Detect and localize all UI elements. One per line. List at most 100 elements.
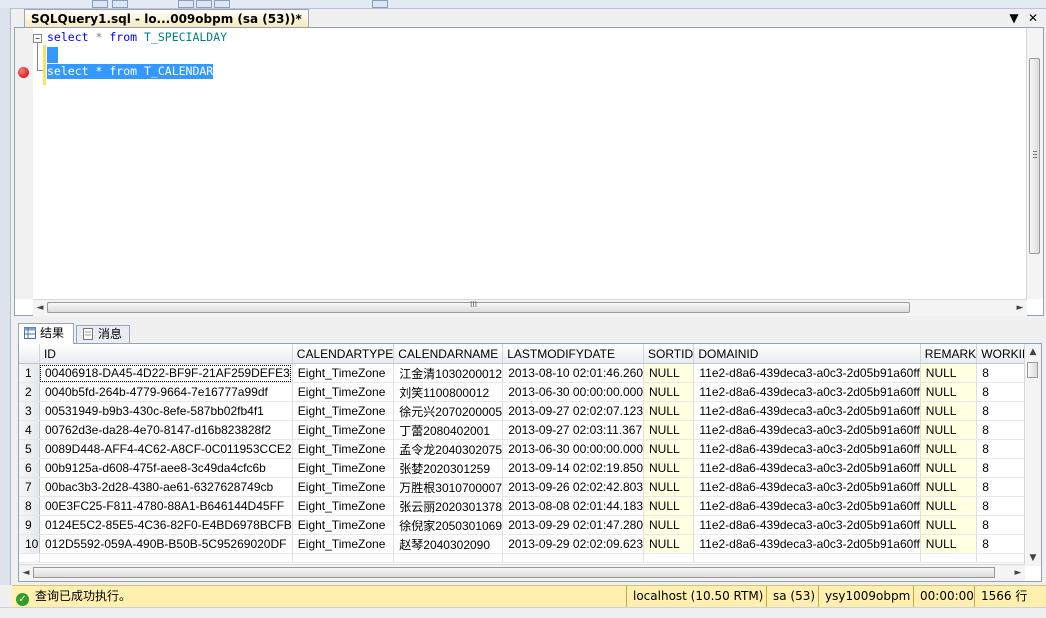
table-row[interactable]: 9 0124E5C2-85E5-4C36-82F0-E4BD6978BCFB Eig… — [19, 515, 1041, 535]
scroll-up-icon[interactable]: ▲ — [1026, 344, 1040, 360]
code-line-1[interactable]: select * from T_SPECIALDAY — [47, 30, 227, 45]
table-cell[interactable]: 00762d3e-da28-4e70-8147-d16b823828f2 — [39, 420, 293, 440]
table-row[interactable]: 7 00bac3b3-2d28-4380-ae61-6327628749cb Eig… — [19, 477, 1041, 497]
table-cell[interactable]: 0089D448-AFF4-4C62-A8CF-0C011953CCE2 — [39, 439, 293, 459]
column-header[interactable]: LASTMODIFYDATE — [502, 344, 645, 364]
table-cell[interactable]: Eight_TimeZone — [292, 401, 395, 421]
table-cell[interactable]: Eight_TimeZone — [292, 477, 395, 497]
row-number[interactable]: 1 — [19, 363, 40, 383]
table-cell[interactable]: 11e2-d8a6-439deca3-a0c3-2d05b91a60ff — [693, 496, 921, 516]
table-row[interactable]: 6 00b9125a-d608-475f-aee8-3c49da4cfc6b Eig… — [19, 458, 1041, 478]
table-cell[interactable]: NULL — [920, 401, 978, 421]
table-cell[interactable]: 2013-08-08 02:01:44.183 — [502, 496, 645, 516]
table-cell[interactable]: NULL — [643, 496, 695, 516]
table-row[interactable]: 3 00531949-b9b3-430c-8efe-587bb02fb4f1 Eig… — [19, 401, 1041, 421]
table-cell[interactable]: 万胜根3010700007 — [393, 477, 504, 497]
editor-margin[interactable] — [15, 28, 33, 299]
column-header[interactable]: CALENDARTYPE — [292, 344, 395, 364]
table-cell[interactable]: NULL — [920, 439, 978, 459]
table-cell[interactable]: 00b9125a-d608-475f-aee8-3c49da4cfc6b — [39, 458, 293, 478]
table-cell[interactable]: NULL — [643, 458, 695, 478]
column-header[interactable]: DOMAINID — [693, 344, 921, 364]
table-row[interactable]: 1 00406918-DA45-4D22-BF9F-21AF259DEFE3 Eig… — [19, 363, 1041, 383]
table-cell[interactable]: Eight_TimeZone — [292, 382, 395, 402]
table-cell[interactable]: 00531949-b9b3-430c-8efe-587bb02fb4f1 — [39, 401, 293, 421]
table-cell[interactable]: Eight_TimeZone — [292, 363, 395, 383]
table-row[interactable]: 2 0040b5fd-264b-4779-9664-7e16777a99df Eig… — [19, 382, 1041, 402]
table-cell[interactable]: Eight_TimeZone — [292, 420, 395, 440]
table-cell[interactable]: 张云丽2020301378 — [393, 496, 504, 516]
table-row[interactable]: 4 00762d3e-da28-4e70-8147-d16b823828f2 Eig… — [19, 420, 1041, 440]
table-cell[interactable]: 2013-06-30 00:00:00.000 — [502, 382, 645, 402]
tab-results[interactable]: 结果 — [18, 323, 74, 344]
table-row[interactable]: 5 0089D448-AFF4-4C62-A8CF-0C011953CCE2 Eig… — [19, 439, 1041, 459]
table-cell[interactable]: 2013-09-26 02:02:42.803 — [502, 477, 645, 497]
column-header[interactable]: REMARK — [920, 344, 978, 364]
toolbar-button[interactable] — [112, 0, 128, 8]
table-cell[interactable]: 11e2-d8a6-439deca3-a0c3-2d05b91a60ff — [693, 439, 921, 459]
table-cell[interactable]: Eight_TimeZone — [292, 534, 395, 554]
table-cell[interactable]: 赵琴2040302090 — [393, 534, 504, 554]
table-cell[interactable]: NULL — [643, 420, 695, 440]
row-number[interactable]: 9 — [19, 515, 40, 535]
table-cell[interactable]: 刘笑1100800012 — [393, 382, 504, 402]
editor-vertical-scrollbar[interactable] — [1026, 28, 1043, 299]
table-cell[interactable]: 2013-09-29 02:02:09.623 — [502, 534, 645, 554]
row-number[interactable]: 8 — [19, 496, 40, 516]
table-cell[interactable]: NULL — [920, 477, 978, 497]
query-editor[interactable]: − select * from T_SPECIALDAY select * fr… — [14, 27, 1044, 316]
table-cell[interactable]: 2013-09-14 02:02:19.850 — [502, 458, 645, 478]
table-cell[interactable]: 江金清1030200012 — [393, 363, 504, 383]
table-cell[interactable]: 11e2-d8a6-439deca3-a0c3-2d05b91a60ff — [693, 382, 921, 402]
table-cell[interactable]: 2013-08-10 02:01:46.260 — [502, 363, 645, 383]
toolbar-button[interactable] — [178, 0, 194, 8]
results-grid[interactable]: ID CALENDARTYPE CALENDARNAME LASTMODIFYD… — [18, 343, 1042, 582]
table-cell[interactable]: 11e2-d8a6-439deca3-a0c3-2d05b91a60ff — [693, 477, 921, 497]
table-cell[interactable]: 2013-09-29 02:01:47.280 — [502, 515, 645, 535]
scroll-left-icon[interactable]: ◄ — [19, 565, 33, 581]
table-cell[interactable]: 0124E5C2-85E5-4C36-82F0-E4BD6978BCFB — [39, 515, 293, 535]
tab-dropdown-icon[interactable]: ▼ — [1006, 10, 1022, 26]
scroll-thumb[interactable]: III — [47, 300, 910, 313]
table-cell[interactable]: NULL — [643, 439, 695, 459]
row-number[interactable]: 3 — [19, 401, 40, 421]
table-cell[interactable]: NULL — [920, 420, 978, 440]
row-number[interactable]: 5 — [19, 439, 40, 459]
table-cell[interactable]: 11e2-d8a6-439deca3-a0c3-2d05b91a60ff — [693, 534, 921, 554]
table-row[interactable]: 8 00E3FC25-F811-4780-88A1-B646144D45FF Eig… — [19, 496, 1041, 516]
table-cell[interactable]: Eight_TimeZone — [292, 439, 395, 459]
table-cell[interactable]: NULL — [643, 401, 695, 421]
grid-vertical-scrollbar[interactable]: ▲ ▼ — [1024, 344, 1041, 566]
table-cell[interactable]: 11e2-d8a6-439deca3-a0c3-2d05b91a60ff — [693, 401, 921, 421]
table-cell[interactable]: 11e2-d8a6-439deca3-a0c3-2d05b91a60ff — [693, 458, 921, 478]
close-icon[interactable]: ✕ — [1025, 10, 1041, 26]
scroll-thumb[interactable] — [33, 567, 995, 578]
breakpoint-icon[interactable] — [18, 67, 29, 78]
toolbar-button[interactable] — [196, 0, 212, 8]
table-cell[interactable]: 00E3FC25-F811-4780-88A1-B646144D45FF — [39, 496, 293, 516]
row-number[interactable]: 7 — [19, 477, 40, 497]
tab-sqlquery1[interactable]: SQLQuery1.sql - lo...009obpm (sa (53))* — [24, 9, 309, 28]
table-cell[interactable]: NULL — [920, 363, 978, 383]
table-row[interactable]: 10 012D5592-059A-490B-B50B-5C95269020DF Ei… — [19, 534, 1041, 554]
collapse-icon[interactable]: − — [33, 34, 42, 43]
toolbar-button[interactable] — [372, 0, 388, 8]
scroll-thumb[interactable] — [1029, 58, 1040, 254]
scroll-left-icon[interactable]: ◄ — [33, 300, 47, 316]
table-cell[interactable]: Eight_TimeZone — [292, 496, 395, 516]
table-cell[interactable]: 2013-06-30 00:00:00.000 — [502, 439, 645, 459]
table-cell[interactable]: 2013-09-27 02:02:07.123 — [502, 401, 645, 421]
scroll-down-icon[interactable]: ▼ — [1026, 550, 1040, 566]
table-cell[interactable]: NULL — [920, 515, 978, 535]
table-cell[interactable]: 徐元兴2070200005 — [393, 401, 504, 421]
table-cell[interactable]: NULL — [643, 534, 695, 554]
table-cell[interactable]: 2013-09-27 02:03:11.367 — [502, 420, 645, 440]
table-cell[interactable]: 00406918-DA45-4D22-BF9F-21AF259DEFE3 — [39, 363, 293, 383]
row-number[interactable]: 6 — [19, 458, 40, 478]
table-cell[interactable]: 11e2-d8a6-439deca3-a0c3-2d05b91a60ff — [693, 515, 921, 535]
code-line-3[interactable]: select * from T_CALENDAR — [47, 64, 214, 79]
scroll-right-icon[interactable]: ► — [1011, 565, 1025, 581]
table-cell[interactable]: NULL — [643, 477, 695, 497]
table-cell[interactable]: NULL — [643, 363, 695, 383]
editor-horizontal-scrollbar[interactable]: ◄ III ► — [33, 299, 1027, 316]
